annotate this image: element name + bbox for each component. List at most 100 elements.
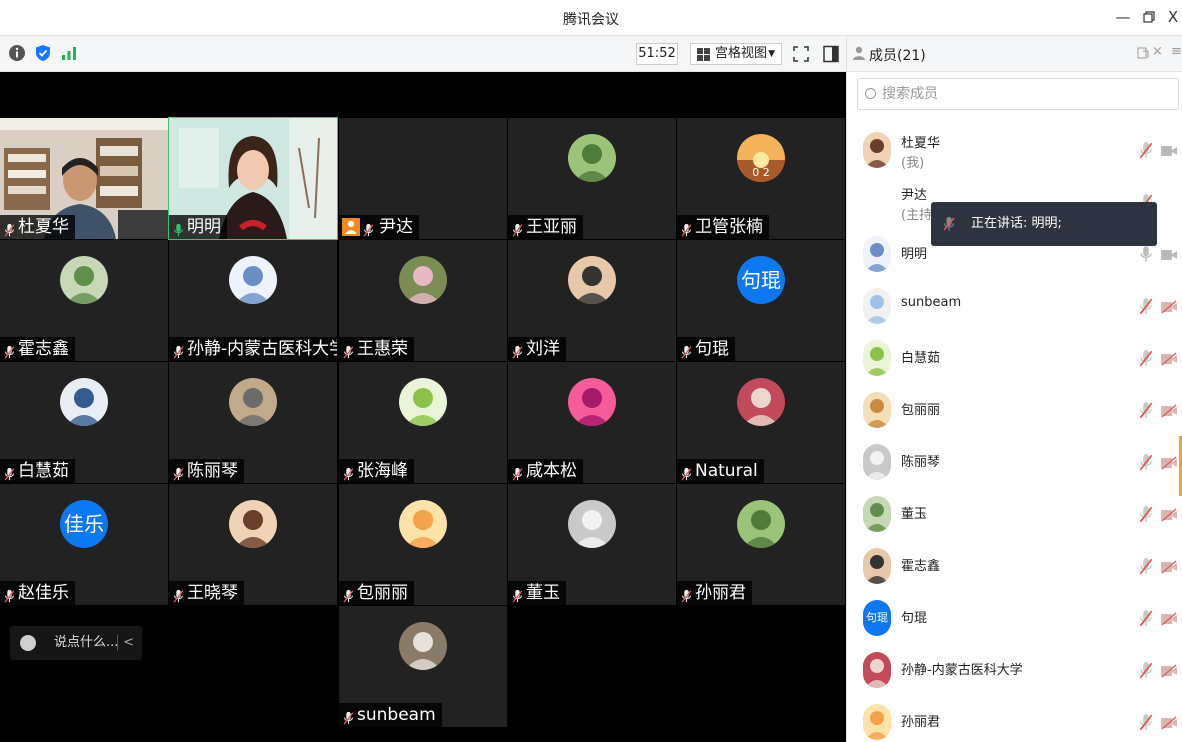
muted-mic-icon[interactable] — [1139, 505, 1153, 523]
video-tile[interactable]: 佳乐 赵佳乐 — [0, 484, 168, 605]
avatar — [60, 256, 108, 304]
video-tile[interactable]: 咸本松 — [508, 362, 676, 483]
emoji-icon[interactable] — [20, 635, 36, 651]
video-tile[interactable]: 明明 — [168, 117, 338, 240]
video-tile[interactable]: 霍志鑫 — [0, 240, 168, 361]
camera-off-icon[interactable] — [1161, 455, 1177, 470]
speaking-text: 正在讲话: 明明; — [971, 216, 1062, 231]
video-tile[interactable]: 董玉 — [508, 484, 676, 605]
member-search-input[interactable]: 搜索成员 — [857, 78, 1179, 110]
avatar — [863, 652, 891, 688]
member-row[interactable]: 句琨 句琨 — [847, 592, 1182, 644]
member-row[interactable]: 孙静-内蒙古医科大学 — [847, 644, 1182, 696]
avatar — [568, 500, 616, 548]
camera-off-icon[interactable] — [1161, 611, 1177, 626]
member-row[interactable]: 董玉 — [847, 488, 1182, 540]
close-button[interactable]: X — [1162, 6, 1182, 28]
muted-mic-icon — [343, 708, 354, 725]
video-tile[interactable]: 句琨 句琨 — [677, 240, 845, 361]
avatar — [399, 378, 447, 426]
participant-name: 刘洋 — [526, 339, 560, 359]
video-tile[interactable]: 尹达 — [339, 118, 507, 239]
chat-divider — [117, 635, 118, 651]
participant-name-label: 白慧茹 — [0, 459, 75, 483]
avatar — [863, 496, 891, 532]
meeting-toolbar: 51:52 宫格视图 ▼ — [0, 36, 846, 72]
muted-mic-icon[interactable] — [1139, 661, 1153, 679]
avatar — [863, 340, 891, 376]
muted-mic-icon[interactable] — [1139, 453, 1153, 471]
member-name: 明明 — [901, 247, 928, 262]
side-panel-toggle-icon[interactable] — [822, 45, 840, 63]
avatar — [399, 256, 447, 304]
participant-name-label: 明明 — [169, 215, 227, 239]
camera-off-icon[interactable] — [1161, 299, 1177, 314]
camera-off-icon[interactable] — [1161, 351, 1177, 366]
muted-mic-icon[interactable] — [1139, 609, 1153, 627]
avatar — [568, 134, 616, 182]
member-row[interactable]: 杜夏华 (我) — [847, 124, 1182, 176]
video-tile[interactable]: Natural — [677, 362, 845, 483]
participant-name: 赵佳乐 — [18, 583, 69, 603]
search-icon — [865, 88, 876, 99]
muted-mic-icon[interactable] — [1139, 713, 1153, 731]
video-tile[interactable]: 孙丽君 — [677, 484, 845, 605]
participant-name-label: 刘洋 — [508, 337, 566, 361]
participant-name: 董玉 — [526, 583, 560, 603]
participant-name-label: 咸本松 — [508, 459, 583, 483]
video-tile[interactable]: sunbeam — [339, 606, 507, 727]
camera-off-icon[interactable] — [1161, 403, 1177, 418]
member-row[interactable]: 白慧茹 — [847, 332, 1182, 384]
mic-on-icon[interactable] — [1139, 245, 1153, 263]
video-tile[interactable]: 王亚丽 — [508, 118, 676, 239]
member-row[interactable]: 陈丽琴 — [847, 436, 1182, 488]
restore-button[interactable] — [1138, 6, 1160, 28]
muted-mic-icon[interactable] — [1139, 557, 1153, 575]
popout-icon[interactable] — [1137, 47, 1149, 59]
video-tile[interactable]: 王晓琴 — [169, 484, 337, 605]
view-mode-dropdown[interactable]: 宫格视图 ▼ — [690, 43, 782, 65]
video-tile[interactable]: 张海峰 — [339, 362, 507, 483]
chat-input[interactable]: 说点什么... < — [10, 626, 142, 660]
camera-off-icon[interactable] — [1161, 507, 1177, 522]
video-tile[interactable]: 杜夏华 — [0, 118, 168, 239]
video-tile[interactable]: 包丽丽 — [339, 484, 507, 605]
participant-name: 明明 — [187, 217, 221, 237]
host-badge-icon — [342, 218, 360, 236]
signal-strength-icon[interactable] — [60, 44, 78, 62]
muted-mic-icon — [943, 217, 955, 231]
muted-mic-icon — [343, 586, 354, 603]
participant-name-label: 赵佳乐 — [0, 581, 75, 605]
camera-off-icon[interactable] — [1161, 559, 1177, 574]
info-icon[interactable] — [8, 44, 26, 62]
video-tile[interactable]: 王惠荣 — [339, 240, 507, 361]
avatar — [863, 132, 891, 168]
muted-mic-icon — [512, 220, 523, 237]
collapse-chat-icon[interactable]: < — [123, 626, 134, 660]
avatar — [60, 378, 108, 426]
fullscreen-icon[interactable] — [792, 45, 810, 63]
minimize-button[interactable]: — — [1112, 6, 1134, 28]
muted-mic-icon[interactable] — [1139, 349, 1153, 367]
menu-icon[interactable]: ≡ — [1171, 44, 1182, 59]
member-row[interactable]: 霍志鑫 — [847, 540, 1182, 592]
video-tile[interactable]: 陈丽琴 — [169, 362, 337, 483]
camera-off-icon[interactable] — [1161, 715, 1177, 730]
muted-mic-icon[interactable] — [1139, 297, 1153, 315]
security-shield-icon[interactable] — [34, 44, 52, 62]
camera-on-icon[interactable] — [1161, 247, 1177, 261]
member-row[interactable]: 孙丽君 — [847, 696, 1182, 742]
muted-mic-icon — [363, 220, 374, 237]
member-row[interactable]: sunbeam — [847, 280, 1182, 332]
muted-mic-icon[interactable] — [1139, 401, 1153, 419]
video-tile[interactable]: 白慧茹 — [0, 362, 168, 483]
camera-off-icon[interactable] — [1161, 663, 1177, 678]
camera-on-icon[interactable] — [1161, 143, 1177, 157]
avatar: 句琨 — [863, 600, 891, 636]
video-tile[interactable]: 0 2 卫管张楠 — [677, 118, 845, 239]
muted-mic-icon[interactable] — [1139, 141, 1153, 159]
video-tile[interactable]: 刘洋 — [508, 240, 676, 361]
close-panel-icon[interactable]: × — [1152, 44, 1163, 59]
video-tile[interactable]: 孙静-内蒙古医科大学 — [169, 240, 337, 361]
member-row[interactable]: 包丽丽 — [847, 384, 1182, 436]
